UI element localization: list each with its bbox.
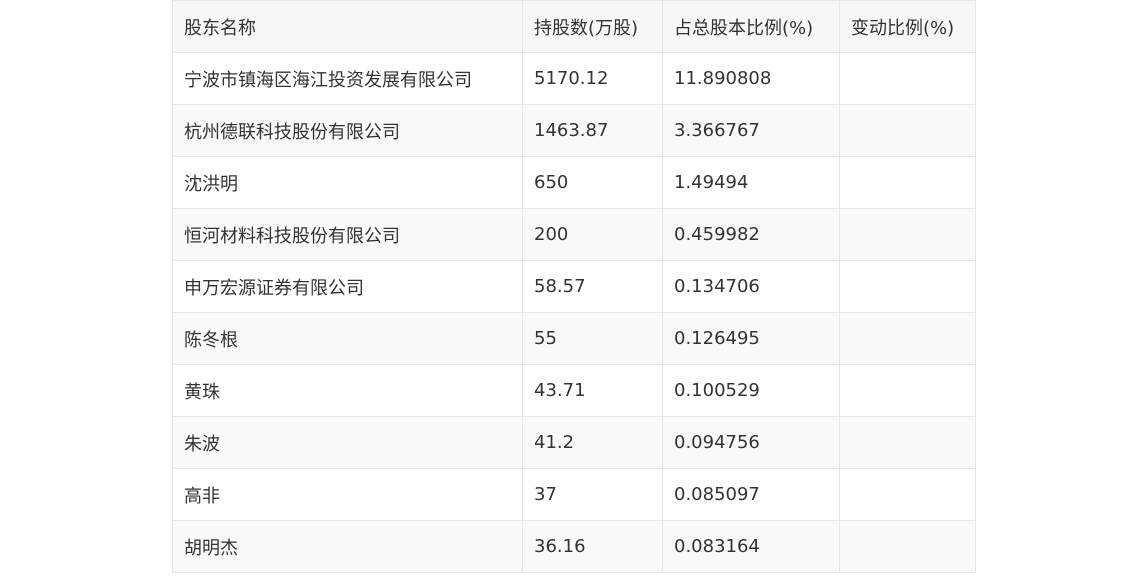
cell-shares-held: 5170.12 — [522, 52, 663, 105]
header-shares-held: 持股数(万股) — [522, 0, 663, 53]
cell-shareholder-name: 高非 — [172, 468, 523, 521]
cell-change-ratio — [839, 260, 976, 313]
cell-shareholder-name: 申万宏源证券有限公司 — [172, 260, 523, 313]
header-change-ratio: 变动比例(%) — [839, 0, 976, 53]
cell-share-ratio: 1.49494 — [662, 156, 840, 209]
cell-shares-held: 43.71 — [522, 364, 663, 417]
cell-share-ratio: 0.083164 — [662, 520, 840, 573]
table-row: 沈洪明 650 1.49494 — [172, 156, 976, 209]
cell-change-ratio — [839, 208, 976, 261]
cell-share-ratio: 0.134706 — [662, 260, 840, 313]
table-row: 陈冬根 55 0.126495 — [172, 312, 976, 365]
cell-change-ratio — [839, 104, 976, 157]
cell-shareholder-name: 宁波市镇海区海江投资发展有限公司 — [172, 52, 523, 105]
table-row: 胡明杰 36.16 0.083164 — [172, 520, 976, 573]
table-row: 高非 37 0.085097 — [172, 468, 976, 521]
cell-shares-held: 36.16 — [522, 520, 663, 573]
table-row: 恒河材料科技股份有限公司 200 0.459982 — [172, 208, 976, 261]
cell-shareholder-name: 陈冬根 — [172, 312, 523, 365]
cell-change-ratio — [839, 156, 976, 209]
cell-shares-held: 55 — [522, 312, 663, 365]
shareholder-table-container: 股东名称 持股数(万股) 占总股本比例(%) 变动比例(%) 宁波市镇海区海江投… — [172, 0, 976, 573]
table-row: 杭州德联科技股份有限公司 1463.87 3.366767 — [172, 104, 976, 157]
cell-change-ratio — [839, 364, 976, 417]
cell-share-ratio: 3.366767 — [662, 104, 840, 157]
cell-share-ratio: 0.126495 — [662, 312, 840, 365]
cell-share-ratio: 0.094756 — [662, 416, 840, 469]
cell-shares-held: 41.2 — [522, 416, 663, 469]
cell-change-ratio — [839, 468, 976, 521]
cell-shareholder-name: 杭州德联科技股份有限公司 — [172, 104, 523, 157]
cell-shareholder-name: 胡明杰 — [172, 520, 523, 573]
cell-change-ratio — [839, 52, 976, 105]
shareholder-table: 股东名称 持股数(万股) 占总股本比例(%) 变动比例(%) 宁波市镇海区海江投… — [172, 0, 976, 573]
table-row: 申万宏源证券有限公司 58.57 0.134706 — [172, 260, 976, 313]
cell-share-ratio: 0.100529 — [662, 364, 840, 417]
cell-shareholder-name: 恒河材料科技股份有限公司 — [172, 208, 523, 261]
cell-change-ratio — [839, 416, 976, 469]
cell-change-ratio — [839, 312, 976, 365]
cell-share-ratio: 0.085097 — [662, 468, 840, 521]
table-row: 黄珠 43.71 0.100529 — [172, 364, 976, 417]
cell-share-ratio: 11.890808 — [662, 52, 840, 105]
cell-shares-held: 58.57 — [522, 260, 663, 313]
cell-shares-held: 37 — [522, 468, 663, 521]
cell-shares-held: 1463.87 — [522, 104, 663, 157]
cell-shares-held: 200 — [522, 208, 663, 261]
table-row: 朱波 41.2 0.094756 — [172, 416, 976, 469]
table-row: 宁波市镇海区海江投资发展有限公司 5170.12 11.890808 — [172, 52, 976, 105]
cell-shareholder-name: 朱波 — [172, 416, 523, 469]
header-share-ratio: 占总股本比例(%) — [662, 0, 840, 53]
cell-shareholder-name: 沈洪明 — [172, 156, 523, 209]
cell-shareholder-name: 黄珠 — [172, 364, 523, 417]
header-shareholder-name: 股东名称 — [172, 0, 523, 53]
cell-shares-held: 650 — [522, 156, 663, 209]
table-header-row: 股东名称 持股数(万股) 占总股本比例(%) 变动比例(%) — [172, 0, 976, 53]
cell-change-ratio — [839, 520, 976, 573]
cell-share-ratio: 0.459982 — [662, 208, 840, 261]
